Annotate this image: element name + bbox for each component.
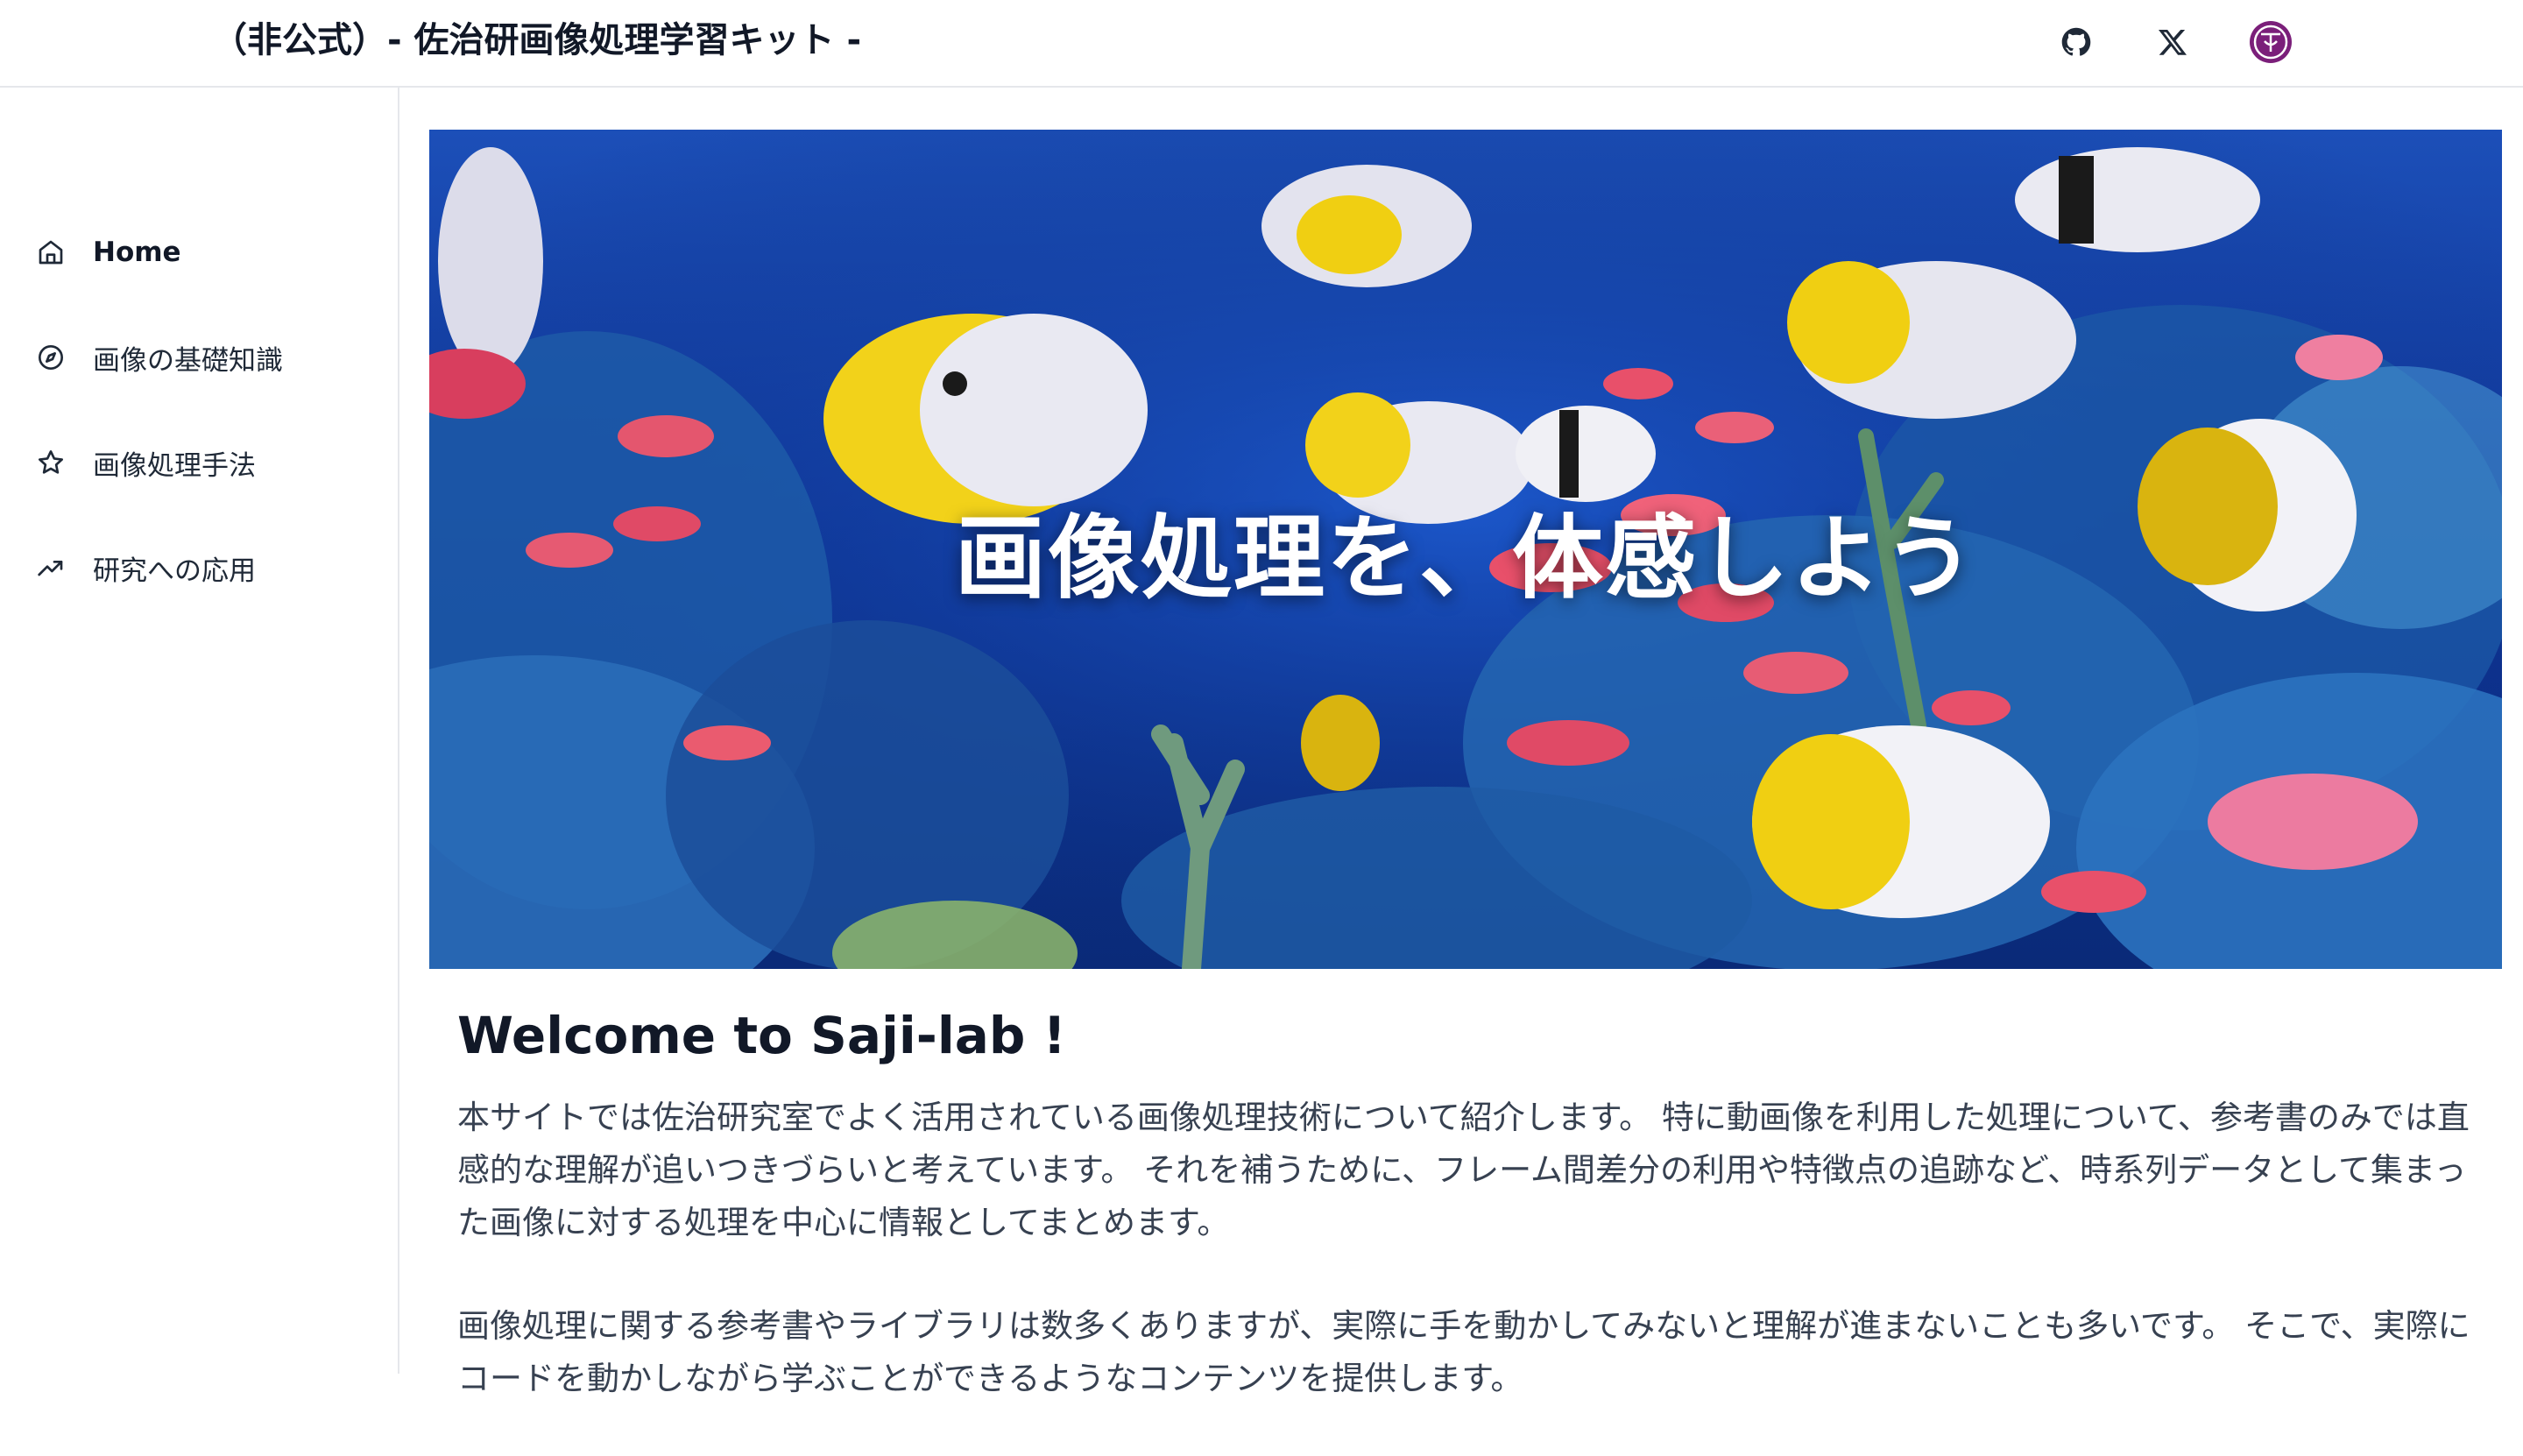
sidebar-item-label: 画像処理手法	[93, 449, 256, 482]
intro-paragraph: 本サイトでは佐治研究室でよく活用されている画像処理技術について紹介します。 特に…	[457, 1099, 2470, 1241]
github-icon[interactable]	[2052, 18, 2101, 67]
sidebar: Home 画像の基礎知識 画像処理手法 研究への応用	[0, 88, 399, 1374]
site-title[interactable]: （非公式）- 佐治研画像処理学習キット -	[212, 16, 861, 65]
hero-banner: 画像処理を、体感しよう	[429, 130, 2502, 969]
top-header: （非公式）- 佐治研画像処理学習キット -	[0, 0, 2523, 88]
sidebar-item-label: 研究への応用	[93, 555, 256, 587]
trending-up-icon	[32, 548, 70, 587]
sidebar-item-label: 画像の基礎知識	[93, 344, 283, 377]
star-icon	[32, 443, 70, 482]
sidebar-item-home[interactable]: Home	[32, 221, 382, 284]
home-icon	[32, 233, 70, 272]
main-content: Welcome to Saji-lab ! 本サイトでは佐治研究室でよく活用され…	[457, 999, 2472, 1456]
sidebar-item-processing-methods[interactable]: 画像処理手法	[32, 431, 382, 494]
welcome-heading: Welcome to Saji-lab !	[457, 1006, 1067, 1065]
intro-paragraph: 画像処理に関する参考書やライブラリは数多くありますが、実際に手を動かしてみないと…	[457, 1307, 2470, 1397]
lab-logo-icon[interactable]	[2246, 18, 2295, 67]
sidebar-item-research-applications[interactable]: 研究への応用	[32, 536, 382, 599]
compass-icon	[32, 338, 70, 377]
x-icon[interactable]	[2148, 18, 2197, 67]
sidebar-item-label: Home	[93, 237, 181, 268]
sidebar-item-image-basics[interactable]: 画像の基礎知識	[32, 326, 382, 389]
hero-title: 画像処理を、体感しよう	[954, 504, 1976, 611]
